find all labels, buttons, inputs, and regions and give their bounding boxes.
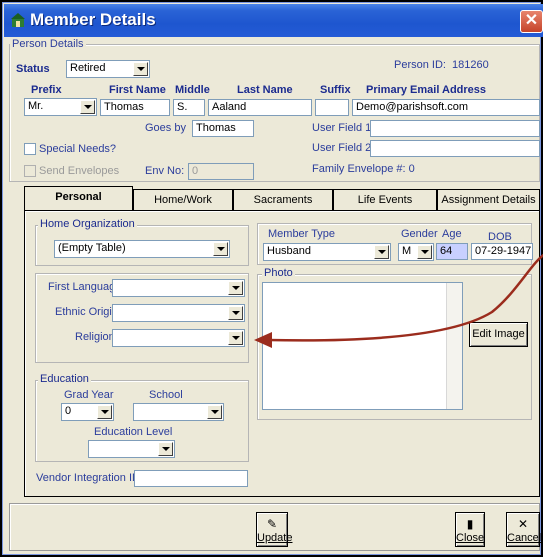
exit-door-icon: ▮ — [466, 517, 474, 531]
goes-by-label: Goes by — [145, 122, 186, 134]
goes-by-input[interactable]: Thomas — [192, 120, 254, 137]
close-button[interactable]: ▮ Close — [455, 512, 485, 547]
person-details-group-label: Person Details — [10, 38, 86, 50]
chevron-down-icon[interactable] — [158, 442, 173, 456]
last-name-input[interactable]: Aaland — [208, 99, 312, 116]
chevron-down-icon[interactable] — [80, 100, 95, 114]
ethnic-origin-label: Ethnic Origin — [55, 306, 118, 318]
religion-select[interactable] — [112, 329, 245, 347]
tab-home-work[interactable]: Home/Work — [133, 189, 233, 211]
tab-assignment-details[interactable]: Assignment Details — [437, 189, 540, 211]
status-select[interactable]: Retired — [66, 60, 150, 78]
member-details-window: Member Details ✕ Person Details Status R… — [0, 0, 543, 557]
family-envelope-label: Family Envelope #: 0 — [312, 163, 415, 175]
ethnic-origin-select[interactable] — [112, 304, 245, 322]
status-label: Status — [16, 63, 50, 75]
first-language-select[interactable] — [112, 279, 245, 297]
chevron-down-icon[interactable] — [228, 281, 243, 295]
send-envelopes-label: Send Envelopes — [39, 165, 120, 177]
user-field-2-input[interactable] — [370, 140, 540, 157]
chevron-down-icon[interactable] — [213, 242, 228, 256]
member-type-label: Member Type — [268, 228, 336, 240]
user-field-1-input[interactable] — [370, 120, 540, 137]
tab-life-events[interactable]: Life Events — [333, 189, 437, 211]
last-name-header: Last Name — [237, 84, 293, 96]
tab-sacraments[interactable]: Sacraments — [233, 189, 333, 211]
tab-personal[interactable]: Personal — [24, 186, 133, 211]
special-needs-checkbox[interactable] — [24, 143, 36, 155]
cancel-button[interactable]: ✕ Cancel — [506, 512, 541, 547]
update-icon: ✎ — [266, 517, 278, 531]
chevron-down-icon[interactable] — [133, 62, 148, 76]
religion-label: Religion — [75, 331, 115, 343]
grad-year-label: Grad Year — [64, 389, 114, 401]
env-no-input[interactable]: 0 — [188, 163, 254, 180]
first-language-label: First Language — [48, 281, 122, 293]
education-level-select[interactable] — [88, 440, 175, 458]
suffix-input[interactable] — [315, 99, 349, 116]
vendor-integration-input[interactable] — [134, 470, 248, 487]
chevron-down-icon[interactable] — [207, 405, 222, 419]
gender-label: Gender — [401, 228, 438, 240]
chevron-down-icon[interactable] — [228, 331, 243, 345]
annotation-arrow — [254, 253, 543, 348]
email-header: Primary Email Address — [366, 84, 487, 96]
grad-year-select[interactable]: 0 — [61, 403, 114, 421]
prefix-header: Prefix — [31, 84, 62, 96]
middle-input[interactable]: S. — [173, 99, 205, 116]
home-organization-label: Home Organization — [38, 218, 137, 230]
person-id-label: Person ID: — [394, 59, 446, 71]
first-name-input[interactable]: Thomas — [100, 99, 170, 116]
special-needs-label: Special Needs? — [39, 143, 117, 155]
send-envelopes-checkbox[interactable] — [24, 165, 36, 177]
cancel-x-icon: ✕ — [517, 517, 529, 531]
education-label: Education — [38, 373, 91, 385]
user-field-1-label: User Field 1: — [312, 122, 375, 134]
prefix-select[interactable]: Mr. — [24, 98, 97, 116]
chevron-down-icon[interactable] — [228, 306, 243, 320]
update-button[interactable]: ✎ Update — [256, 512, 292, 547]
school-label: School — [149, 389, 183, 401]
education-level-label: Education Level — [94, 426, 173, 438]
chevron-down-icon[interactable] — [97, 405, 112, 419]
title-bar[interactable]: Member Details ✕ — [4, 4, 543, 37]
middle-header: Middle — [175, 84, 210, 96]
first-name-header: First Name — [109, 84, 166, 96]
email-input[interactable]: Demo@parishsoft.com — [352, 99, 540, 116]
suffix-header: Suffix — [320, 84, 351, 96]
window-title: Member Details — [30, 10, 156, 29]
vendor-integration-label: Vendor Integration ID: — [36, 472, 144, 484]
env-no-label: Env No: — [145, 165, 185, 177]
person-id-value: 181260 — [452, 59, 489, 71]
user-field-2-label: User Field 2: — [312, 142, 375, 154]
close-icon[interactable]: ✕ — [520, 10, 543, 33]
age-label: Age — [442, 228, 462, 240]
church-icon — [11, 13, 25, 27]
home-organization-select[interactable]: (Empty Table) — [54, 240, 230, 258]
school-select[interactable] — [133, 403, 224, 421]
